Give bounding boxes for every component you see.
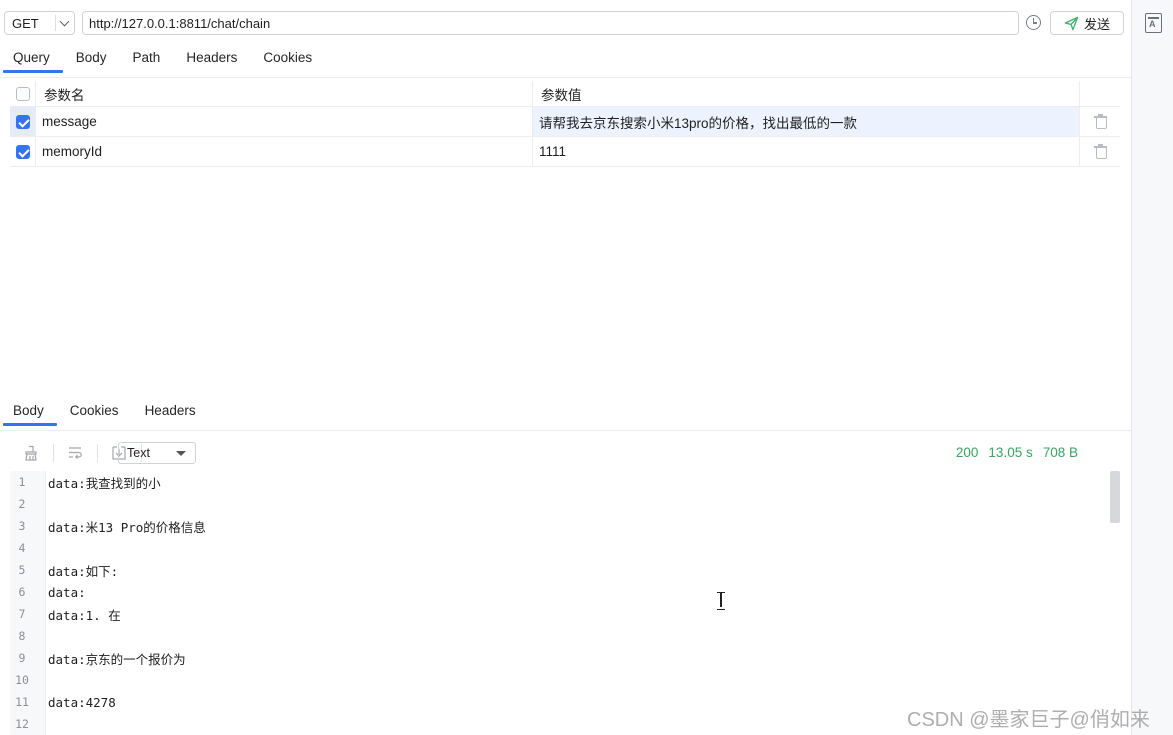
line-number: 5 <box>18 563 26 577</box>
tab-cookies[interactable]: Cookies <box>250 41 325 73</box>
tab-path[interactable]: Path <box>120 41 174 73</box>
select-all-checkbox[interactable] <box>15 86 30 101</box>
line-number: 2 <box>18 497 26 511</box>
tab-query[interactable]: Query <box>0 41 63 73</box>
param-value-input[interactable]: 1111 <box>533 137 1080 166</box>
clear-button[interactable] <box>20 443 42 463</box>
header-action-cell <box>1080 81 1120 106</box>
toolbar-separator <box>53 444 54 462</box>
tab-response-headers[interactable]: Headers <box>132 394 209 426</box>
select-all-cell <box>10 81 36 106</box>
row-checkbox[interactable] <box>15 144 30 159</box>
http-client-panel: GET http://127.0.0.1:8811/chat/chain 发送 … <box>0 0 1131 735</box>
watermark: CSDN @墨家巨子@俏如来 <box>907 709 1150 731</box>
send-button[interactable]: 发送 <box>1050 11 1124 35</box>
code-line: 7 data:1. 在 <box>10 603 1120 625</box>
code-line: 1 data:我查找到的小 <box>10 471 1120 493</box>
row-check-cell <box>10 107 36 136</box>
query-params-table: 参数名 参数值 message 请帮我去京东搜索小米13pro的价格，找出最低的… <box>10 81 1120 167</box>
vertical-scrollbar[interactable] <box>1110 471 1120 523</box>
line-number: 9 <box>18 651 26 665</box>
line-text: data:如下: <box>48 563 119 579</box>
line-text: data:1. 在 <box>48 607 121 623</box>
request-tabs: Query Body Path Headers Cookies <box>0 41 325 73</box>
line-number: 6 <box>18 585 26 599</box>
response-time: 13.05 s <box>988 445 1033 460</box>
code-line: 9 data:京东的一个报价为 <box>10 647 1120 669</box>
send-label: 发送 <box>1083 16 1110 32</box>
response-size: 708 B <box>1042 445 1078 460</box>
line-number: 10 <box>15 673 29 687</box>
row-checkbox[interactable] <box>15 114 30 129</box>
param-name-input[interactable]: memoryId <box>36 137 533 166</box>
response-status: 200 13.05 s 708 B <box>956 445 1078 460</box>
text-cursor-icon <box>717 592 725 610</box>
response-tabs-divider <box>0 430 1131 431</box>
chevron-down-icon <box>59 16 70 27</box>
line-text: data:京东的一个报价为 <box>48 651 186 667</box>
line-number: 1 <box>18 475 26 489</box>
code-line: 5 data:如下: <box>10 559 1120 581</box>
format-label: Text <box>127 446 150 460</box>
line-text: data: <box>48 584 86 600</box>
status-code: 200 <box>955 445 979 460</box>
paper-plane-icon <box>1064 16 1079 30</box>
param-value-input[interactable]: 请帮我去京东搜索小米13pro的价格，找出最低的一款 <box>533 107 1080 136</box>
code-line: 4 <box>10 537 1120 559</box>
line-text: data:4278 <box>48 694 116 710</box>
line-number: 12 <box>15 717 29 731</box>
url-input[interactable]: http://127.0.0.1:8811/chat/chain <box>82 11 1019 35</box>
response-body-viewer[interactable]: 1 data:我查找到的小 2 3 data:米13 Pro的价格信息 4 5 … <box>10 471 1120 735</box>
param-name-input[interactable]: message <box>36 107 533 136</box>
wrap-lines-icon <box>69 447 82 460</box>
trash-icon <box>1093 114 1107 129</box>
right-tool-strip: A <box>1131 0 1173 735</box>
caret-down-icon <box>176 451 186 456</box>
broom-icon <box>25 445 37 461</box>
tab-body[interactable]: Body <box>63 41 120 73</box>
code-line: 10 <box>10 669 1120 691</box>
code-line: 8 <box>10 625 1120 647</box>
tab-response-cookies[interactable]: Cookies <box>57 394 132 426</box>
line-number: 11 <box>15 695 29 709</box>
format-select[interactable]: Text <box>118 442 196 464</box>
method-select[interactable]: GET <box>4 11 75 35</box>
code-line: 3 data:米13 Pro的价格信息 <box>10 515 1120 537</box>
response-tabs: Body Cookies Headers <box>0 394 209 426</box>
table-header: 参数名 参数值 <box>10 81 1120 107</box>
tab-response-body[interactable]: Body <box>0 394 57 426</box>
delete-row-button[interactable] <box>1080 107 1120 136</box>
toolbar-separator <box>97 444 98 462</box>
clock-icon[interactable] <box>1026 15 1041 30</box>
wrap-lines-button[interactable] <box>64 443 86 463</box>
table-row: memoryId 1111 <box>10 137 1120 167</box>
header-param-value: 参数值 <box>533 81 1080 106</box>
row-check-cell <box>10 137 36 166</box>
tabs-divider <box>0 77 1131 78</box>
delete-row-button[interactable] <box>1080 137 1120 166</box>
method-divider <box>55 15 56 31</box>
header-param-name: 参数名 <box>36 81 533 106</box>
trash-icon <box>1093 144 1107 159</box>
code-line: 6 data: <box>10 581 1120 603</box>
code-line: 2 <box>10 493 1120 515</box>
line-number: 4 <box>18 541 26 555</box>
line-number: 3 <box>18 519 26 533</box>
line-number: 7 <box>18 607 26 621</box>
method-label: GET <box>12 15 39 31</box>
line-text: data:米13 Pro的价格信息 <box>48 519 206 535</box>
tab-headers[interactable]: Headers <box>173 41 250 73</box>
url-text: http://127.0.0.1:8811/chat/chain <box>89 15 271 31</box>
line-text: data:我查找到的小 <box>48 475 161 491</box>
line-number: 8 <box>18 629 26 643</box>
table-row: message 请帮我去京东搜索小米13pro的价格，找出最低的一款 <box>10 107 1120 137</box>
translate-panel-icon[interactable]: A <box>1145 13 1162 33</box>
